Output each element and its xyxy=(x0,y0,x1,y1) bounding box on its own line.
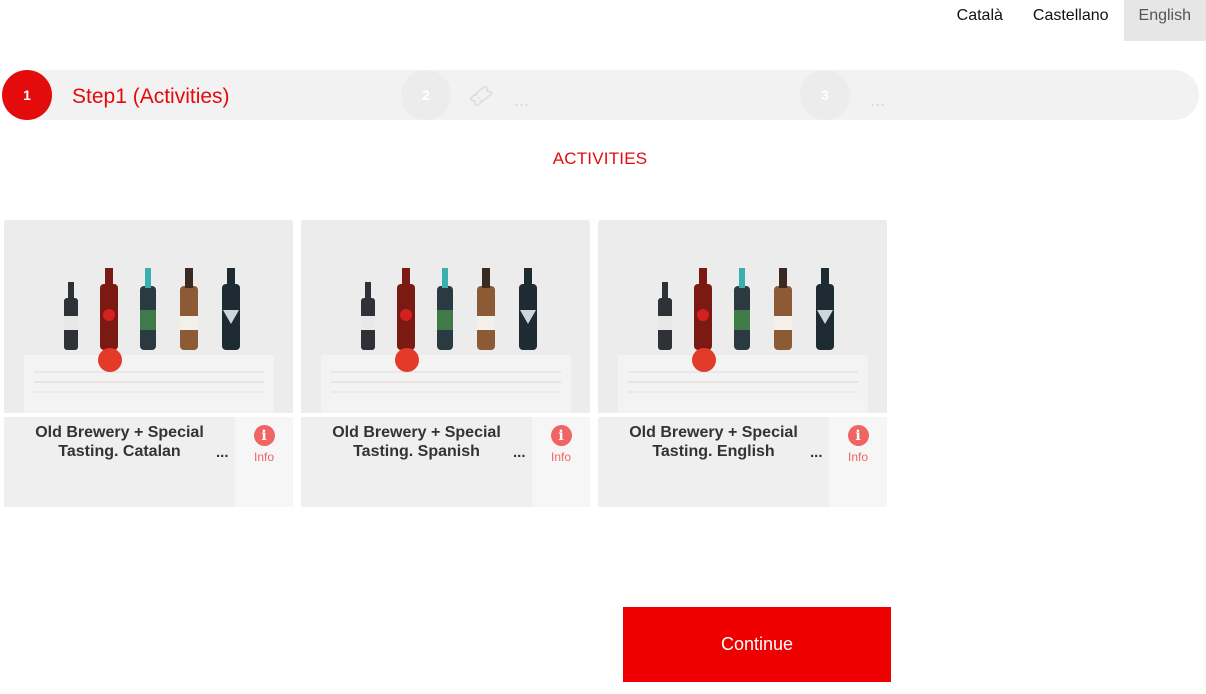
activity-card-english[interactable]: Old Brewery + Special Tasting. English .… xyxy=(598,220,887,507)
beer-bottles-image xyxy=(598,220,887,413)
info-icon: i xyxy=(550,425,572,446)
language-catala[interactable]: Català xyxy=(942,0,1018,41)
activity-card-body[interactable]: Old Brewery + Special Tasting. Catalan .… xyxy=(4,417,293,507)
language-castellano[interactable]: Castellano xyxy=(1018,0,1124,41)
info-button[interactable]: i Info xyxy=(532,417,590,507)
activity-card-body[interactable]: Old Brewery + Special Tasting. English .… xyxy=(598,417,887,507)
activity-title[interactable]: Old Brewery + Special Tasting. Catalan xyxy=(4,423,235,461)
info-label: Info xyxy=(847,450,868,464)
step1-indicator: 1 xyxy=(2,70,52,120)
activity-image[interactable] xyxy=(4,220,293,413)
beer-bottles-image xyxy=(301,220,590,413)
title-ellipsis: ... xyxy=(810,444,823,461)
info-button[interactable]: i Info xyxy=(829,417,887,507)
step2-indicator: 2 xyxy=(401,70,451,120)
activity-image[interactable] xyxy=(598,220,887,413)
activity-image[interactable] xyxy=(301,220,590,413)
step3-label: ... xyxy=(870,90,886,110)
activity-card-catalan[interactable]: Old Brewery + Special Tasting. Catalan .… xyxy=(4,220,293,507)
beer-bottles-image xyxy=(4,220,293,413)
title-ellipsis: ... xyxy=(513,444,526,461)
language-selector: Català Castellano English xyxy=(942,0,1206,41)
activity-card-spanish[interactable]: Old Brewery + Special Tasting. Spanish .… xyxy=(301,220,590,507)
activity-card-body[interactable]: Old Brewery + Special Tasting. Spanish .… xyxy=(301,417,590,507)
activity-title[interactable]: Old Brewery + Special Tasting. English xyxy=(598,423,829,461)
title-ellipsis: ... xyxy=(216,444,229,461)
section-title: ACTIVITIES xyxy=(552,149,648,168)
language-english[interactable]: English xyxy=(1123,0,1206,41)
info-button[interactable]: i Info xyxy=(235,417,293,507)
step1-label: Step1 (Activities) xyxy=(72,85,230,108)
step3-indicator: 3 xyxy=(800,70,850,120)
info-icon: i xyxy=(253,425,275,446)
info-label: Info xyxy=(550,450,571,464)
info-icon: i xyxy=(847,425,869,446)
ticket-icon xyxy=(469,86,493,106)
continue-button[interactable]: Continue xyxy=(623,607,891,682)
step2-label: ... xyxy=(514,90,530,110)
info-label: Info xyxy=(253,450,274,464)
activity-title[interactable]: Old Brewery + Special Tasting. Spanish xyxy=(301,423,532,461)
steps-progress-bar: 1 Step1 (Activities) 2 ... 3 ... xyxy=(2,70,1199,120)
